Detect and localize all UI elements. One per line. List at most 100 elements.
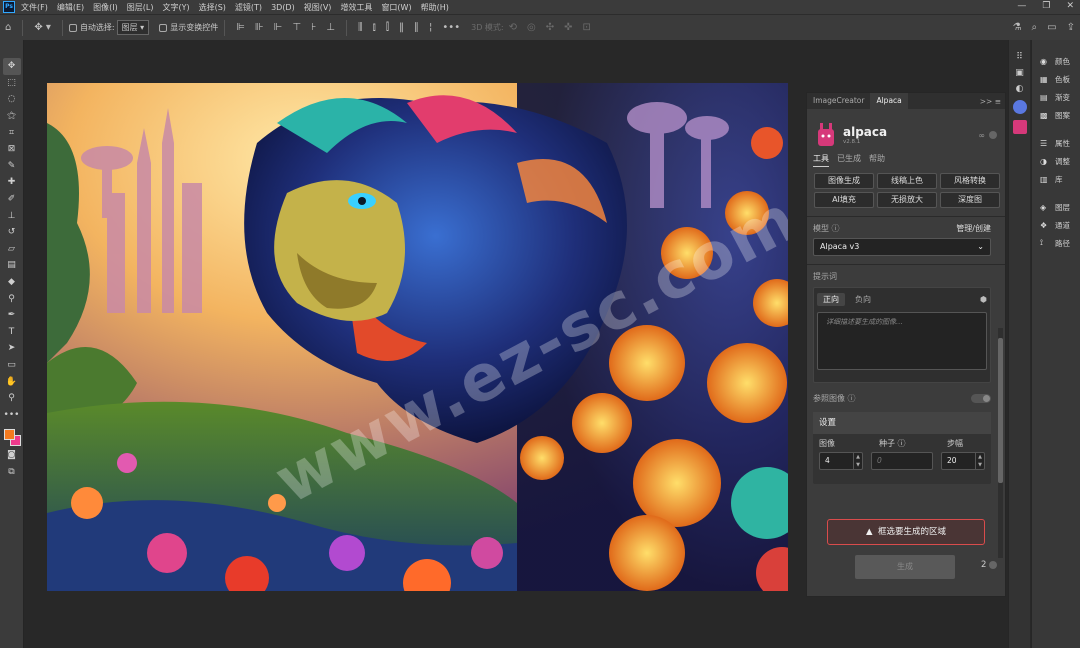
align-bottom-icon[interactable]: ⊥: [326, 22, 335, 33]
align-right-icon[interactable]: ⊩: [274, 22, 283, 33]
depth-map-button[interactable]: 深度图: [940, 192, 1000, 208]
alpaca-plugin-icon[interactable]: [1012, 120, 1027, 134]
magic-wand-tool-icon[interactable]: ⚝: [3, 108, 21, 125]
more-options-icon[interactable]: •••: [442, 22, 460, 33]
workspace-icon[interactable]: ▭: [1047, 22, 1056, 33]
search-icon[interactable]: ⌕: [1032, 22, 1038, 33]
menu-view[interactable]: 视图(V): [304, 2, 332, 13]
brush-tool-icon[interactable]: ✐: [3, 191, 21, 208]
panel-pattern[interactable]: ▩ 图案: [1032, 106, 1080, 124]
stamp-tool-icon[interactable]: ⊥: [3, 207, 21, 224]
ai-fill-button[interactable]: AI填充: [814, 192, 874, 208]
restore-button[interactable]: ❐: [1042, 1, 1050, 11]
history-icon[interactable]: ◐: [1016, 84, 1024, 94]
menu-select[interactable]: 选择(S): [199, 2, 226, 13]
lasso-tool-icon[interactable]: ◌: [3, 91, 21, 108]
panel-layers[interactable]: ◈ 图层: [1032, 198, 1080, 216]
status-dot[interactable]: [989, 131, 997, 139]
tab-alpaca[interactable]: Alpaca: [870, 93, 908, 109]
select-region-warning-button[interactable]: ▲ 框选要生成的区域: [827, 519, 985, 545]
gradient-tool-icon[interactable]: ▤: [3, 257, 21, 274]
zoom-tool-icon[interactable]: ⚲: [3, 390, 21, 407]
tab-negative-prompt[interactable]: 负向: [849, 293, 877, 306]
model-select[interactable]: Alpaca v3 ⌄: [813, 238, 991, 256]
frame-tool-icon[interactable]: ⊠: [3, 141, 21, 158]
minimize-button[interactable]: —: [1017, 1, 1026, 11]
artwork-image[interactable]: www.ez-sc.com: [47, 83, 788, 591]
crop-tool-icon[interactable]: ⌗: [3, 124, 21, 141]
rectangle-tool-icon[interactable]: ▭: [3, 357, 21, 374]
move-tool-preset-icon[interactable]: ✥ ▾: [34, 22, 51, 33]
menu-image[interactable]: 图像(I): [93, 2, 118, 13]
menu-filter[interactable]: 滤镜(T): [235, 2, 262, 13]
3d-pan-icon[interactable]: ✣: [546, 22, 554, 33]
share-icon[interactable]: ⇪: [1067, 22, 1075, 33]
show-transform-checkbox[interactable]: [159, 23, 168, 32]
panel-paths[interactable]: ⟟ 路径: [1032, 234, 1080, 252]
reference-image-toggle[interactable]: [971, 394, 991, 403]
panel-scrollbar[interactable]: [998, 328, 1003, 558]
generate-button[interactable]: 生成: [855, 555, 955, 579]
menu-window[interactable]: 窗口(W): [381, 2, 411, 13]
dice-icon[interactable]: ⬢: [980, 295, 987, 304]
panel-menu-icon[interactable]: >> ≡: [976, 95, 1005, 109]
move-tool-icon[interactable]: ✥: [2, 58, 21, 75]
distribute-left-icon[interactable]: ‖: [399, 22, 404, 33]
menu-edit[interactable]: 编辑(E): [57, 2, 84, 13]
align-center-icon[interactable]: ⊪: [255, 22, 264, 33]
model-manage-link[interactable]: 管理/创建: [956, 223, 991, 234]
marquee-tool-icon[interactable]: ⬚: [3, 75, 21, 92]
link-icon[interactable]: ∞: [978, 131, 985, 140]
prompt-input[interactable]: 详细描述要生成的图像...: [817, 312, 987, 370]
distribute-top-icon[interactable]: ⫼: [358, 22, 363, 33]
healing-tool-icon[interactable]: ✚: [3, 174, 21, 191]
comment-icon[interactable]: ▣: [1015, 68, 1024, 78]
panel-color[interactable]: ◉ 颜色: [1032, 52, 1080, 70]
align-top-icon[interactable]: ⊤: [292, 22, 301, 33]
panel-gradient[interactable]: ▤ 渐变: [1032, 88, 1080, 106]
menu-file[interactable]: 文件(F): [21, 2, 48, 13]
3d-slide-icon[interactable]: ✜: [564, 22, 572, 33]
3d-roll-icon[interactable]: ◎: [527, 22, 536, 33]
panel-swatches[interactable]: ▦ 色板: [1032, 70, 1080, 88]
home-icon[interactable]: ⌂: [5, 22, 11, 33]
history-brush-tool-icon[interactable]: ↺: [3, 224, 21, 241]
tab-positive-prompt[interactable]: 正向: [817, 292, 845, 306]
auto-select-checkbox[interactable]: [68, 23, 77, 32]
menu-plugins[interactable]: 增效工具: [340, 2, 372, 13]
distribute-middle-icon[interactable]: ⫾: [373, 22, 376, 33]
panel-adjustments[interactable]: ◑ 调整: [1032, 152, 1080, 170]
nav-help[interactable]: 帮助: [869, 153, 885, 167]
menu-3d[interactable]: 3D(D): [271, 3, 295, 12]
stepper-arrows-icon[interactable]: ▲ ▼: [975, 453, 984, 469]
distribute-right-icon[interactable]: ¦: [429, 22, 432, 33]
blur-tool-icon[interactable]: ◆: [3, 274, 21, 291]
foreground-color[interactable]: [3, 429, 15, 441]
type-tool-icon[interactable]: T: [3, 324, 21, 341]
arrange-icon[interactable]: ⠿: [1016, 52, 1023, 62]
color-swatches[interactable]: [2, 427, 22, 447]
plugin-icon[interactable]: [1012, 100, 1027, 114]
eyedropper-tool-icon[interactable]: ✎: [3, 158, 21, 175]
screen-mode-icon[interactable]: ⧉: [3, 464, 21, 481]
nav-tools[interactable]: 工具: [813, 153, 829, 167]
align-left-icon[interactable]: ⊫: [236, 22, 245, 33]
dodge-tool-icon[interactable]: ⚲: [3, 290, 21, 307]
seed-input[interactable]: 0: [871, 452, 933, 470]
stepper-arrows-icon[interactable]: ▲ ▼: [853, 453, 862, 469]
status-dot[interactable]: [989, 561, 998, 569]
image-count-stepper[interactable]: 4 ▲ ▼: [819, 452, 863, 470]
image-generate-button[interactable]: 图像生成: [814, 173, 874, 189]
menu-type[interactable]: 文字(Y): [162, 2, 189, 13]
quick-mask-icon[interactable]: ◙: [3, 447, 21, 464]
scrollbar-thumb[interactable]: [998, 338, 1003, 483]
auto-select-dropdown[interactable]: 图层 ▾: [116, 20, 150, 35]
panel-library[interactable]: ▥ 库: [1032, 170, 1080, 188]
distribute-center-icon[interactable]: ∥: [414, 22, 419, 33]
style-transfer-button[interactable]: 风格转换: [940, 173, 1000, 189]
pen-tool-icon[interactable]: ✒: [3, 307, 21, 324]
distribute-bottom-icon[interactable]: ⫿: [386, 22, 389, 33]
menu-help[interactable]: 帮助(H): [421, 2, 449, 13]
hand-tool-icon[interactable]: ✋: [3, 373, 21, 390]
3d-orbit-icon[interactable]: ⟲: [509, 22, 517, 33]
